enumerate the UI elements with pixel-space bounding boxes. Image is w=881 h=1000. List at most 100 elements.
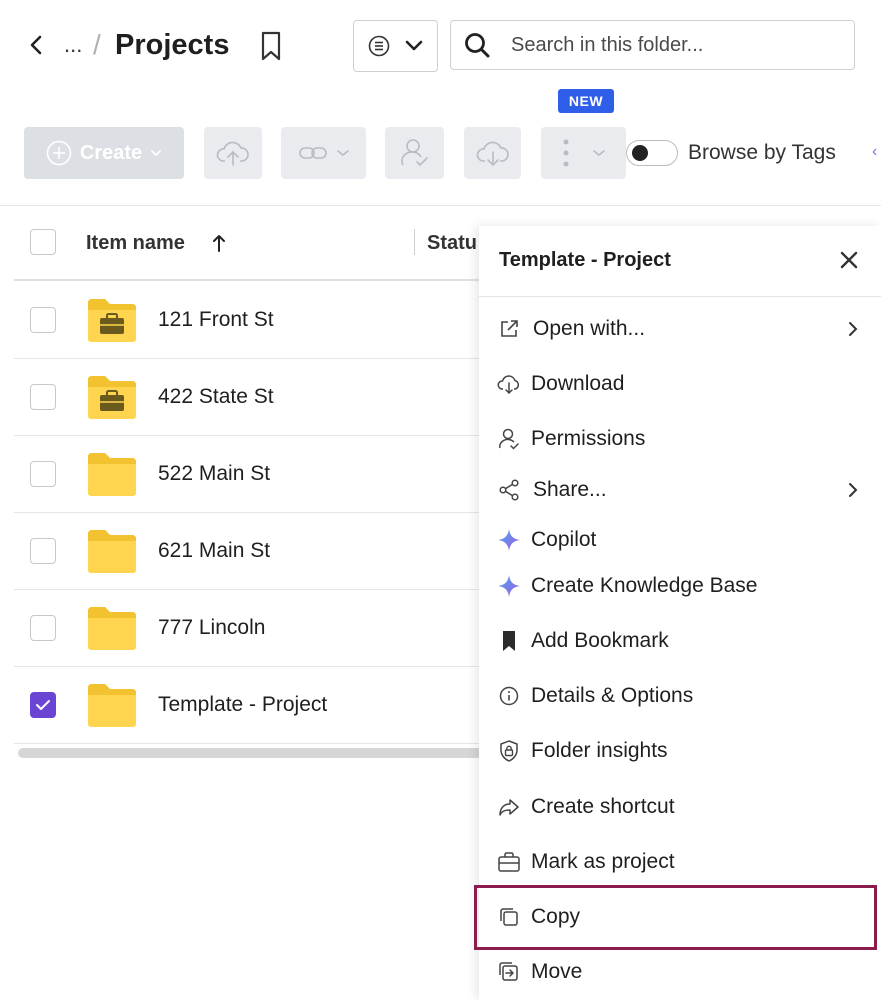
share-icon (497, 478, 521, 502)
row-checkbox[interactable] (30, 615, 56, 641)
panel-divider (479, 296, 881, 297)
menu-item-permissions[interactable]: Permissions (479, 419, 881, 459)
toolbar-divider (0, 205, 881, 206)
select-all-checkbox[interactable] (30, 229, 56, 255)
menu-item-folder-insights[interactable]: Folder insights (479, 731, 881, 771)
upload-button[interactable] (204, 127, 262, 179)
external-link-icon (497, 317, 521, 341)
menu-item-create-shortcut[interactable]: Create shortcut (479, 787, 881, 827)
more-actions-button[interactable] (541, 127, 626, 179)
chevron-right-icon (849, 483, 858, 497)
back-button[interactable] (24, 30, 48, 60)
search-box[interactable] (450, 20, 855, 70)
search-input[interactable] (511, 33, 831, 57)
folder-icon (88, 607, 136, 650)
menu-item-label: Copilot (531, 528, 597, 551)
sort-ascending-icon[interactable] (212, 233, 226, 253)
search-icon (465, 33, 490, 58)
menu-item-label: Permissions (531, 427, 646, 450)
menu-item-mark-as-project[interactable]: Mark as project (479, 842, 881, 882)
chevron-down-icon (592, 150, 605, 157)
table-row[interactable]: 121 Front St (14, 282, 484, 359)
menu-item-label: Move (531, 960, 583, 983)
menu-item-download[interactable]: Download (479, 364, 881, 404)
menu-item-label: Add Bookmark (531, 629, 669, 652)
row-checkbox[interactable] (30, 461, 56, 487)
project-folder-icon (88, 299, 136, 342)
new-badge: NEW (558, 89, 614, 113)
plus-circle-icon (46, 140, 72, 166)
menu-item-details-options[interactable]: Details & Options (479, 676, 881, 716)
checkmark-icon (36, 700, 50, 710)
bookmark-filled-icon (497, 629, 521, 653)
row-item-name[interactable]: 777 Lincoln (158, 615, 265, 641)
folder-icon (88, 684, 136, 727)
permissions-button[interactable] (385, 127, 444, 179)
chevron-down-icon (151, 150, 161, 157)
menu-item-copilot[interactable]: Copilot (479, 520, 881, 560)
row-item-name[interactable]: Template - Project (158, 692, 327, 718)
close-icon (840, 251, 858, 269)
row-checkbox[interactable] (30, 538, 56, 564)
breadcrumb-ellipsis[interactable]: ... (64, 30, 82, 60)
menu-item-share[interactable]: Share... (479, 470, 881, 510)
bookmark-button[interactable] (258, 30, 284, 62)
menu-item-move[interactable]: Move (479, 952, 881, 992)
column-header-status[interactable]: Statu (427, 231, 477, 255)
table-row[interactable]: 621 Main St (14, 513, 484, 590)
view-mode-dropdown[interactable] (353, 20, 438, 72)
close-button[interactable] (835, 246, 863, 274)
link-icon (298, 147, 327, 159)
toggle-knob (632, 145, 648, 161)
row-item-name[interactable]: 121 Front St (158, 307, 274, 333)
menu-item-label: Download (531, 372, 625, 395)
row-checkbox[interactable] (30, 384, 56, 410)
link-button[interactable] (281, 127, 366, 179)
menu-item-label: Open with... (533, 317, 646, 340)
context-menu-panel: Template - Project Open with... Download… (474, 226, 881, 1000)
table-row[interactable]: 777 Lincoln (14, 590, 484, 667)
menu-item-label: Folder insights (531, 739, 668, 762)
menu-item-add-bookmark[interactable]: Add Bookmark (479, 621, 881, 661)
download-button[interactable] (464, 127, 521, 179)
chevron-left-icon (30, 35, 42, 55)
chevron-down-icon (336, 150, 349, 157)
page-title: Projects (115, 29, 230, 61)
more-vertical-icon (563, 139, 568, 167)
browse-by-tags-toggle[interactable] (626, 140, 678, 166)
highlight-box-copy (474, 885, 877, 950)
folder-icon (88, 530, 136, 573)
row-checkbox[interactable] (30, 307, 56, 333)
row-item-name[interactable]: 621 Main St (158, 538, 270, 564)
table-row[interactable]: Template - Project (14, 667, 484, 744)
breadcrumb-separator: / (93, 29, 101, 60)
user-check-icon (400, 139, 428, 167)
column-divider[interactable] (414, 229, 415, 255)
bookmark-icon (261, 31, 281, 61)
row-item-name[interactable]: 522 Main St (158, 461, 270, 487)
menu-item-label: Details & Options (531, 684, 694, 707)
menu-item-label: Mark as project (531, 850, 675, 873)
row-checkbox[interactable] (30, 692, 56, 718)
cloud-download-icon (497, 372, 521, 396)
folder-icon (88, 453, 136, 496)
row-item-name[interactable]: 422 State St (158, 384, 274, 410)
user-check-icon (497, 427, 521, 451)
menu-item-create-knowledge-base[interactable]: Create Knowledge Base (479, 566, 881, 606)
forward-arrow-icon (497, 795, 521, 819)
briefcase-icon (497, 850, 521, 874)
horizontal-scrollbar[interactable] (18, 748, 482, 758)
table-row[interactable]: 522 Main St (14, 436, 484, 513)
table-header: Item name Statu (14, 215, 484, 281)
create-button[interactable]: Create (24, 127, 184, 179)
column-header-item-name[interactable]: Item name (86, 231, 185, 255)
menu-item-open-with[interactable]: Open with... (479, 309, 881, 349)
menu-item-label: Create shortcut (531, 795, 675, 818)
sparkle-icon (497, 574, 521, 598)
table-row[interactable]: 422 State St (14, 359, 484, 436)
menu-item-label: Create Knowledge Base (531, 574, 758, 597)
chevron-left-icon[interactable]: ‹ (872, 143, 877, 161)
cloud-download-icon (476, 141, 509, 167)
project-folder-icon (88, 376, 136, 419)
move-icon (497, 960, 521, 984)
